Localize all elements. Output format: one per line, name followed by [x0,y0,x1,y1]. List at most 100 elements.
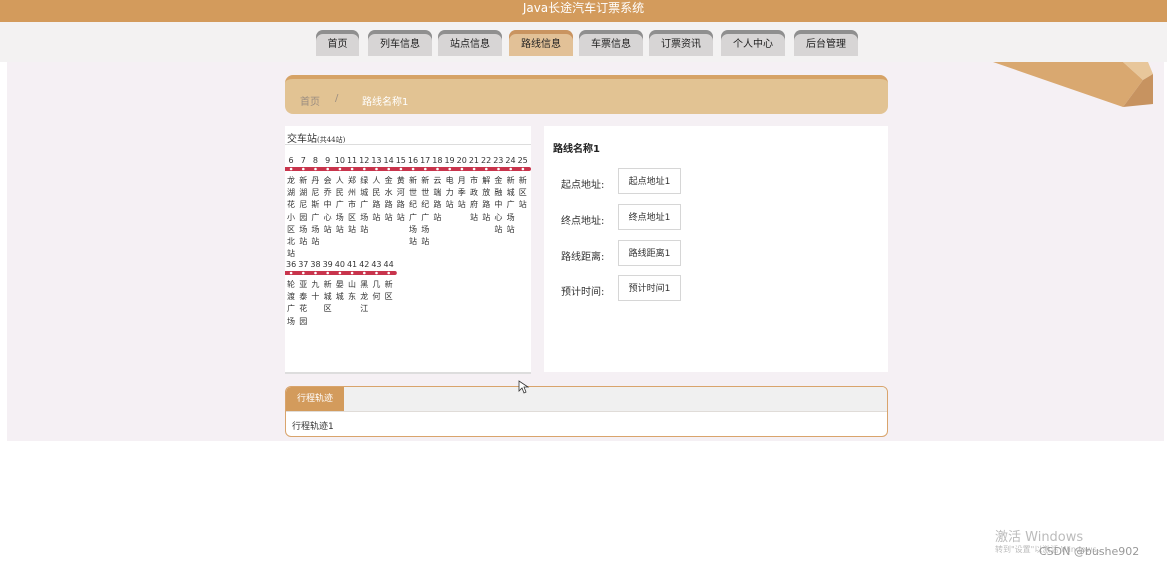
field-label: 预计时间: [561,287,605,298]
tab-panel: 行程轨迹 行程轨迹1 [285,386,888,437]
station-dot [424,167,427,171]
nav-item-1[interactable]: 列车信息 [368,30,432,56]
station-dot [375,271,378,275]
station-dot [485,167,488,171]
station-number: 42 [359,260,370,269]
station-number: 14 [383,156,394,165]
station-name[interactable]: 龙湖花小区北站 [286,175,296,260]
station-name[interactable]: 轮渡广场 [286,279,296,328]
breadcrumb: 首页 / 路线名称1 [285,75,888,114]
station-name[interactable]: 郑州市区站 [347,175,357,236]
station-number: 13 [371,156,382,165]
station-number: 23 [493,156,504,165]
station-name[interactable]: 绿城广场站 [359,175,369,236]
station-name[interactable]: 新区站 [518,175,528,212]
station-numbers-1: 6 7 8 9 10 11 12 13 14 15 16 17 18 19 20 21 22 23 24 25 [285,156,529,165]
station-dot [338,271,342,275]
field-label: 起点地址: [561,180,605,191]
nav-item-7[interactable]: 后台管理 [794,30,858,56]
station-name[interactable]: 新城广场站 [506,175,516,236]
station-number: 24 [505,156,516,165]
station-dot [411,167,415,171]
station-dot [509,167,512,171]
station-name[interactable]: 新区 [384,279,394,303]
station-dot [326,167,329,171]
station-number: 19 [444,156,455,165]
station-name[interactable]: 云端路站 [432,175,442,224]
station-dot [363,271,366,275]
station-dot [314,271,317,275]
station-name[interactable]: 丹尼斯广场站 [310,175,320,248]
station-name[interactable]: 晏城 [335,279,345,303]
field-value: 预计时间1 [618,275,681,301]
station-dot [448,167,451,171]
station-name[interactable]: 新世纪广场站 [408,175,418,248]
station-name[interactable]: 黄河路站 [396,175,406,224]
nav-item-2[interactable]: 站点信息 [438,30,502,56]
station-name[interactable]: 新湖尼园场站 [298,175,308,248]
nav-item-4[interactable]: 车票信息 [579,30,643,56]
breadcrumb-home[interactable]: 首页 [300,93,320,108]
station-name[interactable]: 人民路站 [371,175,381,224]
station-name[interactable]: 新世纪广场站 [420,175,430,248]
route-line-1 [285,167,531,171]
route-line-2 [285,271,397,275]
station-dot [497,167,500,171]
station-dot [399,167,403,171]
tab-track[interactable]: 行程轨迹 [286,387,344,411]
station-dot [387,271,390,275]
station-number: 7 [300,156,306,165]
nav-item-3[interactable]: 路线信息 [509,30,573,56]
station-name[interactable]: 黑龙江 [359,279,369,316]
station-number: 6 [288,156,294,165]
field-value: 终点地址1 [618,204,681,230]
station-number: 43 [371,260,382,269]
breadcrumb-current: 路线名称1 [362,97,409,108]
station-dot [472,167,476,171]
station-number: 18 [432,156,443,165]
app-title: Java长途汽车订票系统 [522,1,645,15]
station-number: 37 [298,260,309,269]
station-name[interactable]: 市政府站 [469,175,479,224]
station-dot [302,271,305,275]
station-name[interactable]: 几何 [371,279,381,303]
station-name[interactable]: 新城区 [323,279,333,316]
station-dot [338,167,342,171]
station-number: 12 [359,156,370,165]
nav-item-5[interactable]: 订票资讯 [649,30,713,56]
station-number: 8 [312,156,319,165]
tab-header: 行程轨迹 [286,387,887,412]
station-dot [314,167,317,171]
tab-content: 行程轨迹1 [292,422,334,432]
station-number: 41 [346,260,358,269]
route-map-panel: 交车站(共44站) 6 7 8 9 10 11 12 13 14 15 16 17 18 19 20 21 22… [285,126,531,374]
divider [285,144,531,145]
station-dot [350,167,354,171]
station-name[interactable]: 九十 [310,279,320,303]
station-name[interactable]: 金融中心站 [493,175,503,236]
nav-item-0[interactable]: 首页 [316,30,359,56]
station-name[interactable]: 月季站 [457,175,467,212]
station-name[interactable]: 亚泰花园 [298,279,308,328]
station-name[interactable]: 电力站 [445,175,455,212]
station-dot [302,167,305,171]
station-name[interactable]: 解放路站 [481,175,491,224]
nav-item-6[interactable]: 个人中心 [721,30,785,56]
station-name[interactable]: 山东 [347,279,357,303]
station-name[interactable]: 会乔中心站 [323,175,333,236]
station-dot [363,167,366,171]
station-name[interactable]: 金水路站 [384,175,394,224]
csdn-credit: CSDN @bushe902 [1039,545,1140,558]
station-dot [326,271,329,275]
station-number: 38 [310,260,321,269]
station-dot [436,167,439,171]
station-number: 36 [286,260,297,269]
field-value: 起点地址1 [618,168,681,194]
route-map-count: (共44站) [317,136,346,144]
station-name[interactable]: 人民广场站 [335,175,345,236]
station-number: 20 [456,156,467,165]
route-name: 路线名称1 [553,144,600,155]
station-number: 44 [383,260,394,269]
station-number: 39 [322,260,333,269]
station-dot [375,167,378,171]
